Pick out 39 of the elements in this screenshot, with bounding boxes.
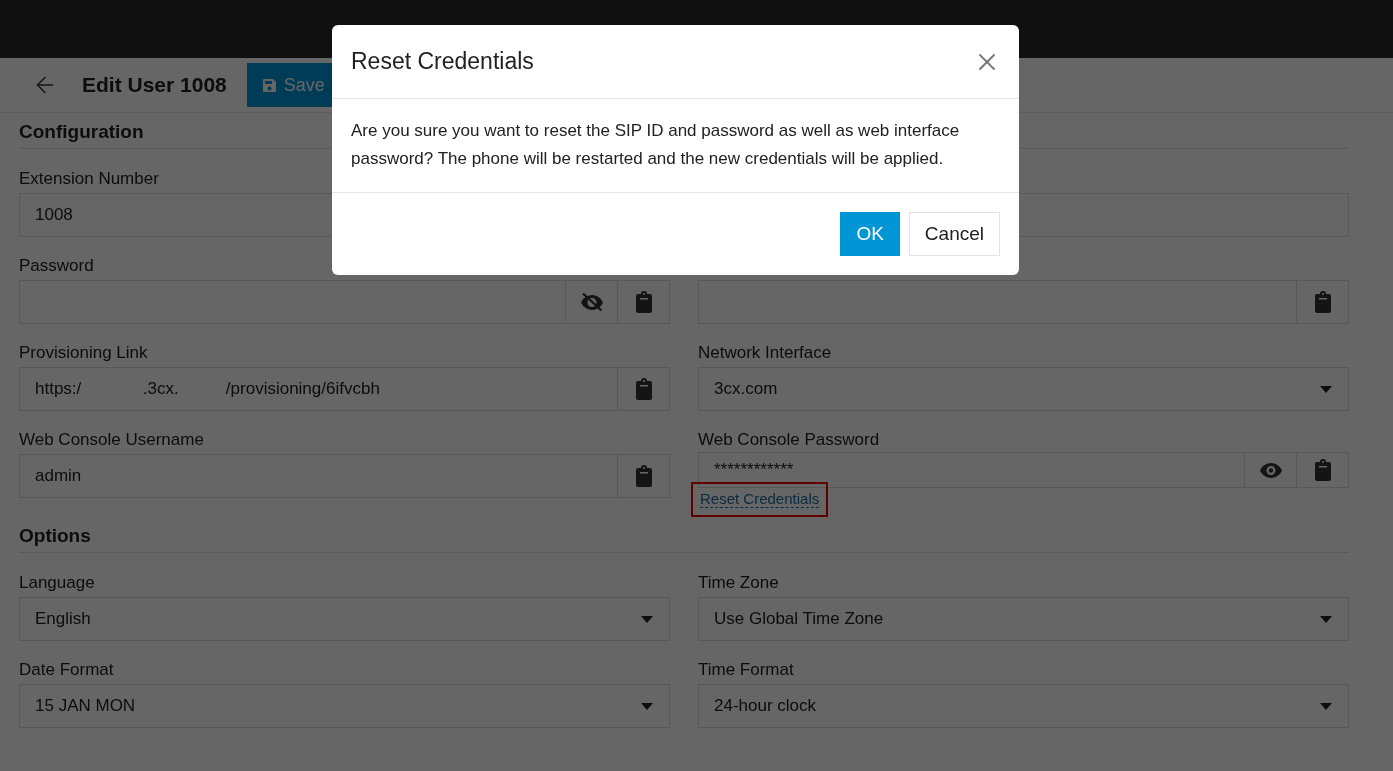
input-field[interactable]: https:/ .3cx. /provisioning/6ifvcbh — [19, 367, 670, 411]
cancel-button[interactable]: Cancel — [908, 212, 1000, 256]
caret-icon — [1320, 615, 1332, 623]
caret-icon — [641, 615, 653, 623]
field-label: Language — [19, 573, 95, 594]
input-field[interactable]: admin — [19, 454, 670, 498]
field-label: Date Format — [19, 660, 114, 681]
eye-icon — [1259, 462, 1282, 478]
select-field[interactable]: English — [19, 597, 670, 641]
caret-icon — [641, 702, 653, 710]
select-field[interactable]: 15 JAN MON — [19, 684, 670, 728]
caret-icon — [1320, 702, 1332, 710]
input-field[interactable] — [19, 280, 670, 324]
field-label: Extension Number — [19, 169, 159, 190]
ok-button[interactable]: OK — [840, 212, 900, 256]
field-label: Network Interface — [698, 343, 832, 364]
clipboard-icon — [635, 465, 652, 487]
select-field[interactable]: 3cx.com — [698, 367, 1349, 411]
dialog-message: Are you sure you want to reset the SIP ID and password as well as web interface password? The phone will be restarted and the new credentials will be applied. — [332, 99, 1019, 193]
section-title: Options — [19, 517, 1349, 553]
caret-icon — [1320, 385, 1332, 393]
field-label: Password — [19, 256, 94, 277]
field-label: Provisioning Link — [19, 343, 148, 364]
input-field[interactable]: ************ — [698, 452, 1349, 488]
field-label: Web Console Username — [19, 430, 204, 451]
select-field[interactable]: Use Global Time Zone — [698, 597, 1349, 641]
clipboard-icon — [635, 378, 652, 400]
page-title: Edit User 1008 — [82, 73, 227, 97]
clipboard-icon — [1314, 291, 1331, 313]
select-field[interactable]: 24-hour clock — [698, 684, 1349, 728]
field-label: Web Console Password — [698, 430, 880, 450]
eye-off-icon — [580, 293, 603, 311]
input-field[interactable] — [698, 280, 1349, 324]
reset-credentials-link[interactable]: Reset Credentials — [691, 482, 829, 517]
clipboard-icon — [1314, 459, 1331, 481]
clipboard-icon — [635, 291, 652, 313]
dialog-title: Reset Credentials — [351, 48, 534, 75]
field-label: Time Format — [698, 660, 794, 681]
field-label: Time Zone — [698, 573, 779, 594]
